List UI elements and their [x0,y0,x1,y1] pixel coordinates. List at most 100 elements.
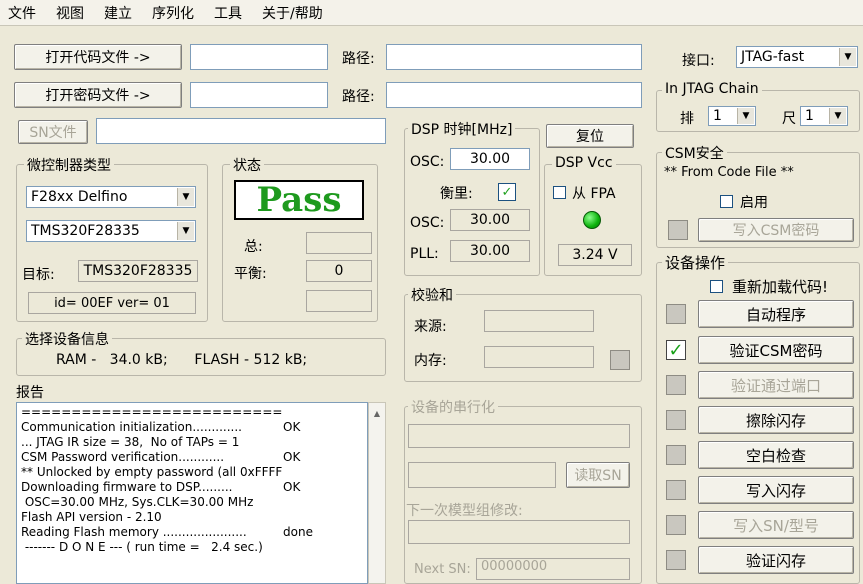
scroll-up-icon[interactable]: ▲ [369,409,385,418]
chevron-down-icon[interactable]: ▼ [177,222,194,240]
jtag-col-value: 1 [805,108,814,124]
balance-label: 平衡: [234,266,267,282]
blank-check-indicator [666,445,686,465]
code-path-field[interactable] [386,44,642,70]
write-csm-password-button[interactable]: 写入CSM密码 [698,218,854,242]
csm-source-text: ** From Code File ** [664,165,794,180]
measure-checkbox[interactable]: ✓ [498,183,516,201]
auto-program-button[interactable]: 自动程序 [698,300,854,328]
verify-flash-indicator [666,550,686,570]
mcu-device-value: TMS320F28335 [31,223,140,239]
menu-build[interactable]: 建立 [104,3,132,23]
write-sn-indicator [666,515,686,535]
device-id-value: id= 00EF ver= 01 [28,292,196,314]
csm-status-indicator [668,220,688,240]
verify-csm-password-button[interactable]: 验证CSM密码 [698,336,854,364]
checksum-source-label: 来源: [414,319,447,335]
report-line: Reading Flash memory ...................… [21,525,313,539]
status-extra-value [306,290,372,312]
interface-select[interactable]: JTAG-fast ▼ [736,46,858,68]
jtag-row-select[interactable]: 1 ▼ [708,106,756,126]
menu-tools[interactable]: 工具 [214,3,242,23]
status-legend: 状态 [230,155,264,175]
auto-program-indicator [666,304,686,324]
verify-port-indicator [666,375,686,395]
write-flash-button[interactable]: 写入闪存 [698,476,854,504]
report-line: Flash API version - 2.10 [21,510,162,524]
checksum-memory-value [484,346,594,368]
open-code-file-button[interactable]: 打开代码文件 -> [14,44,182,70]
report-log[interactable]: ========================================… [16,402,368,584]
menu-file[interactable]: 文件 [8,3,36,23]
from-fpa-checkbox[interactable] [553,186,566,199]
key-file-name-field[interactable] [190,82,328,108]
report-line: CSM Password verification............ OK [21,450,301,464]
osc-input[interactable]: 30.00 [450,148,530,170]
verify-via-port-button[interactable]: 验证通过端口 [698,371,854,399]
sn-file-field[interactable] [96,118,386,144]
mcu-family-value: F28xx Delfino [31,189,128,205]
osc-label: OSC: [410,154,445,170]
target-value: TMS320F28335 [78,260,198,282]
code-file-name-field[interactable] [190,44,328,70]
read-sn-button[interactable]: 读取SN [566,462,630,488]
jtag-col-select[interactable]: 1 ▼ [800,106,848,126]
jtag-row-value: 1 [713,108,722,124]
menu-serialize[interactable]: 序列化 [152,3,194,23]
dsp-vcc-legend: DSP Vcc [552,155,616,171]
open-key-file-button[interactable]: 打开密码文件 -> [14,82,182,108]
checksum-status-indicator [610,350,630,370]
write-flash-indicator [666,480,686,500]
next-model-field [408,520,630,544]
chevron-down-icon[interactable]: ▼ [839,48,856,66]
vcc-voltage-value: 3.24 V [558,244,632,266]
report-scrollbar[interactable]: ▲ [368,402,386,584]
device-info-text: RAM - 34.0 kB; FLASH - 512 kB; [56,352,308,368]
report-line: ** Unlocked by empty password (all 0xFFF… [21,465,283,479]
target-label: 目标: [22,267,55,283]
verify-flash-button[interactable]: 验证闪存 [698,546,854,574]
key-path-field[interactable] [386,82,642,108]
reset-button[interactable]: 复位 [546,124,634,148]
menu-view[interactable]: 视图 [56,3,84,23]
osc2-value: 30.00 [450,209,530,231]
sn-file-button[interactable]: SN文件 [18,120,88,144]
measure-label: 衡里: [440,186,473,202]
report-line: ... JTAG IR size = 38, No of TAPs = 1 [21,435,240,449]
report-line: OSC=30.00 MHz, Sys.CLK=30.00 MHz [21,495,254,509]
jtag-col-label: 尺 [782,111,796,127]
blank-check-button[interactable]: 空白检查 [698,441,854,469]
device-ops-legend: 设备操作 [662,252,729,273]
pass-status-badge: Pass [234,180,364,220]
dsp-clock-legend: DSP 时钟[MHz] [408,119,516,139]
code-path-label: 路径: [342,51,375,67]
checksum-memory-label: 内存: [414,353,447,369]
mcu-device-select[interactable]: TMS320F28335 ▼ [26,220,196,242]
erase-flash-button[interactable]: 擦除闪存 [698,406,854,434]
next-sn-label: Next SN: [414,562,471,577]
serial-field-2 [408,462,556,488]
from-fpa-label: 从 FPA [572,186,616,202]
report-label: 报告 [16,385,44,401]
total-value [306,232,372,254]
jtag-row-label: 排 [680,111,694,127]
key-path-label: 路径: [342,89,375,105]
total-label: 总: [244,239,263,255]
device-info-legend: 选择设备信息 [22,329,112,349]
jtag-chain-legend: In JTAG Chain [662,81,762,97]
chevron-down-icon[interactable]: ▼ [829,108,846,124]
csm-enable-checkbox[interactable] [720,195,733,208]
next-sn-value: 00000000 [476,558,630,580]
checksum-legend: 校验和 [408,285,456,305]
report-line: ========================================… [21,405,283,419]
write-sn-model-button[interactable]: 写入SN/型号 [698,511,854,539]
reload-code-checkbox[interactable] [710,280,723,293]
csm-legend: CSM安全 [662,143,727,163]
report-line: ------- D O N E --- ( run time = 2.4 sec… [21,540,263,554]
chevron-down-icon[interactable]: ▼ [737,108,754,124]
chevron-down-icon[interactable]: ▼ [177,188,194,206]
interface-label: 接口: [682,53,715,69]
reload-code-label: 重新加载代码! [732,278,829,296]
mcu-family-select[interactable]: F28xx Delfino ▼ [26,186,196,208]
menu-about-help[interactable]: 关于/帮助 [262,3,323,23]
